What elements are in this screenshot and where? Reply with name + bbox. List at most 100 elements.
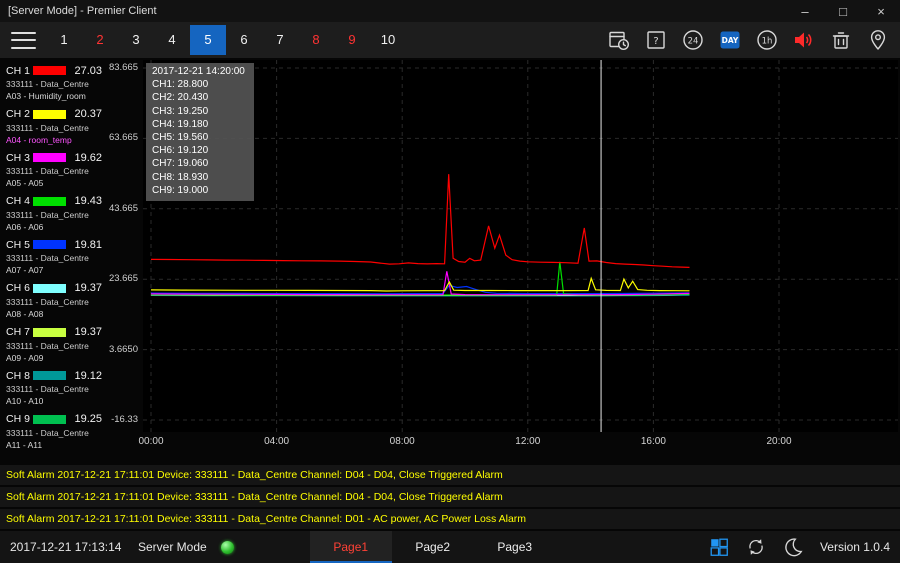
channel-header: CH 719.37 [6,325,102,340]
channel-value: 19.81 [74,239,102,251]
page-buttons: 12345678910 [46,25,406,55]
channel-color-swatch [33,110,66,119]
channel-color-swatch [33,153,66,162]
page-button-1[interactable]: 1 [46,25,82,55]
location-icon[interactable] [866,28,890,52]
channel-point: A07 - A07 [6,264,102,276]
y-tick-label: -16.33 [111,414,138,425]
y-axis: 83.66563.66543.66523.6653.6650-16.33 [105,60,141,432]
channel-name: CH 8 [6,370,33,382]
svg-text:24: 24 [688,36,699,46]
1h-view-icon[interactable]: 1h [755,28,779,52]
tooltip-row: CH4: 19.180 [152,118,245,131]
channel-item-5[interactable]: CH 519.81333111 - Data_CentreA07 - A07 [0,235,105,279]
maximize-button[interactable]: □ [824,0,862,22]
channel-point: A09 - A09 [6,352,102,364]
page-button-9[interactable]: 9 [334,25,370,55]
channel-value: 19.62 [74,152,102,164]
channel-item-7[interactable]: CH 719.37333111 - Data_CentreA09 - A09 [0,323,105,367]
audio-alarm-icon[interactable] [792,28,816,52]
x-tick-label: 08:00 [390,436,415,447]
channel-header: CH 6 19.37 [6,281,102,296]
channel-header: CH 819.12 [6,368,102,383]
channel-item-8[interactable]: CH 819.12333111 - Data_CentreA10 - A10 [0,366,105,410]
series-CH5 [151,285,690,293]
chart-canvas [143,60,898,432]
day-view-icon[interactable]: DAY [718,28,742,52]
channel-name: CH 3 [6,152,33,164]
channel-name: CH 4 [6,195,33,207]
alarm-row[interactable]: Soft Alarm 2017-12-21 17:11:01 Device: 3… [0,465,900,485]
channel-name: CH 2 [6,108,33,120]
layout-switch-icon[interactable] [708,536,730,558]
channel-device: 333111 - Data_Centre [6,340,102,352]
channel-value: 19.25 [74,413,102,425]
channel-header: CH 4 19.43 [6,194,102,209]
channel-header: CH 919.25 [6,412,102,427]
channel-point: A10 - A10 [6,395,102,407]
channel-item-9[interactable]: CH 919.25333111 - Data_CentreA11 - A11 [0,410,105,454]
24h-view-icon[interactable]: 24 [681,28,705,52]
channel-point: A06 - A06 [6,221,102,233]
page-button-5[interactable]: 5 [190,25,226,55]
channel-item-6[interactable]: CH 6 19.37 333111 - Data_CentreA08 - A08 [0,279,105,323]
series-CH2 [151,278,690,291]
chart-plot[interactable]: 2017-12-21 14:20:00CH1: 28.800CH2: 20.43… [143,60,898,432]
page-button-3[interactable]: 3 [118,25,154,55]
x-tick-label: 04:00 [264,436,289,447]
page-button-6[interactable]: 6 [226,25,262,55]
page-button-7[interactable]: 7 [262,25,298,55]
channel-value: 19.43 [74,195,102,207]
toolbar-icons: ? 24 DAY 1h [607,28,892,52]
channel-device: 333111 - Data_Centre [6,296,102,308]
tab-page3[interactable]: Page3 [474,531,556,563]
channel-item-1[interactable]: CH 127.03333111 - Data_CentreA03 - Humid… [0,61,105,105]
svg-text:?: ? [653,36,658,47]
channel-name: CH 6 [6,282,33,294]
tooltip-timestamp: 2017-12-21 14:20:00 [152,65,245,78]
statusbar: 2017-12-21 17:13:14 Server Mode Page1Pag… [0,531,900,563]
channel-point: A08 - A08 [6,308,102,320]
channel-name: CH 5 [6,239,33,251]
x-tick-label: 20:00 [766,436,791,447]
channel-header: CH 3 19.62 [6,150,102,165]
tab-page2[interactable]: Page2 [392,531,474,563]
x-tick-label: 00:00 [138,436,163,447]
page-button-8[interactable]: 8 [298,25,334,55]
app-window: [Server Mode] - Premier Client –□× 12345… [0,0,900,563]
page-tabs: Page1Page2Page3 [310,531,556,563]
close-button[interactable]: × [862,0,900,22]
sync-icon[interactable] [745,536,767,558]
report-history-icon[interactable] [607,28,631,52]
svg-text:DAY: DAY [722,36,739,45]
page-button-4[interactable]: 4 [154,25,190,55]
tab-page1[interactable]: Page1 [310,531,392,563]
channel-color-swatch [33,197,66,206]
page-button-10[interactable]: 10 [370,25,406,55]
tooltip-row: CH1: 28.800 [152,78,245,91]
channel-color-swatch [33,415,66,424]
channel-item-2[interactable]: CH 220.37333111 - Data_CentreA04 - room_… [0,105,105,149]
tooltip-row: CH9: 19.000 [152,184,245,197]
titlebar: [Server Mode] - Premier Client –□× [0,0,900,22]
channel-name: CH 7 [6,326,33,338]
archive-icon[interactable] [829,28,853,52]
query-icon[interactable]: ? [644,28,668,52]
channel-color-swatch [33,66,66,75]
channel-color-swatch [33,371,66,380]
menu-icon[interactable] [11,32,36,49]
y-tick-label: 83.665 [109,62,138,73]
channel-value: 19.37 [74,282,102,294]
channel-item-4[interactable]: CH 419.43333111 - Data_CentreA06 - A06 [0,192,105,236]
page-button-2[interactable]: 2 [82,25,118,55]
chart-region: 83.66563.66543.66523.6653.6650-16.33 201… [105,58,900,462]
channel-item-3[interactable]: CH 319.62333111 - Data_CentreA05 - A05 [0,148,105,192]
version-label: Version 1.0.4 [804,540,900,554]
minimize-button[interactable]: – [786,0,824,22]
channel-device: 333111 - Data_Centre [6,427,102,439]
moon-icon[interactable] [782,536,804,558]
status-led-icon [221,541,234,554]
channel-point: A05 - A05 [6,177,102,189]
alarm-row[interactable]: Soft Alarm 2017-12-21 17:11:01 Device: 3… [0,487,900,507]
alarm-row[interactable]: Soft Alarm 2017-12-21 17:11:01 Device: 3… [0,509,900,529]
